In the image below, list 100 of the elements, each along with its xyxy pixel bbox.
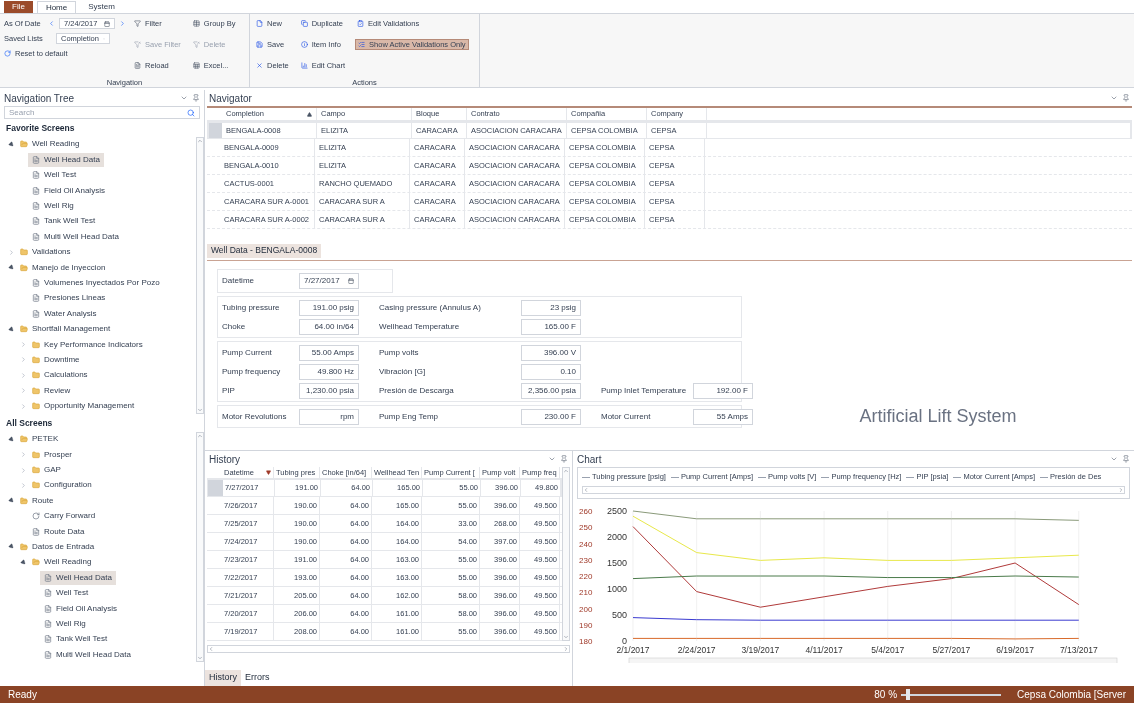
scroll-up-icon[interactable] [563, 468, 569, 474]
scroll-left-icon[interactable] [208, 646, 214, 652]
tree-item[interactable]: Tank Well Test [28, 214, 100, 229]
value-field[interactable]: 192.00 F [693, 382, 753, 399]
value-field[interactable]: 55 Amps [693, 408, 753, 425]
ribbon-tab[interactable]: Home [36, 1, 77, 13]
tree-item[interactable]: PETEK [16, 432, 63, 447]
collapse-icon[interactable] [19, 558, 27, 566]
scroll-right-icon[interactable] [563, 646, 569, 652]
tree-item[interactable]: Well Test [40, 586, 93, 601]
tree-item[interactable]: GAP [28, 463, 65, 477]
horizontal-scrollbar[interactable] [628, 657, 1118, 663]
ribbon-tab[interactable]: System [80, 1, 123, 13]
tree-item[interactable]: Key Performance Indicators [28, 337, 147, 352]
scrollbar[interactable] [562, 467, 570, 641]
expand-icon[interactable] [7, 248, 15, 256]
value-field[interactable]: 396.00 V [521, 344, 581, 361]
value-field[interactable]: rpm [299, 408, 359, 425]
search-icon[interactable] [187, 108, 195, 117]
value-field[interactable]: 1,230.00 psia [299, 382, 359, 399]
row-selector[interactable] [208, 480, 223, 496]
slider-thumb[interactable] [906, 688, 911, 700]
value-field[interactable]: 0.10 [521, 363, 581, 380]
tree-item[interactable]: Prosper [28, 447, 76, 462]
expand-icon[interactable] [19, 402, 27, 410]
tree-item[interactable]: Tank Well Test [40, 632, 112, 647]
collapse-icon[interactable] [7, 325, 15, 333]
expand-icon[interactable] [19, 466, 27, 474]
pin-icon[interactable] [1122, 94, 1130, 102]
value-field[interactable]: 23 psig [521, 299, 581, 316]
tree-item[interactable]: Shortfall Management [16, 322, 115, 337]
scroll-up-icon[interactable] [197, 137, 203, 144]
expand-icon[interactable] [19, 341, 27, 348]
tree-item[interactable]: Configuration [28, 478, 96, 493]
collapse-icon[interactable] [7, 435, 15, 443]
scrollbar[interactable] [196, 431, 204, 663]
tree-item[interactable]: Multi Well Head Data [28, 229, 123, 244]
tree-item[interactable]: Well Reading [16, 137, 84, 152]
tree-item[interactable]: Manejo de Inyeccion [16, 260, 110, 275]
collapse-icon[interactable] [7, 140, 15, 148]
file-tab[interactable]: File [4, 1, 33, 13]
next-date-icon[interactable] [119, 20, 126, 27]
tree-item[interactable]: Well Rig [28, 199, 78, 213]
tree-item[interactable]: Calculations [28, 368, 92, 383]
tree-item[interactable]: Downtime [28, 352, 84, 367]
tree-item[interactable]: Carry Forward [28, 509, 100, 524]
scroll-down-icon[interactable] [197, 406, 203, 413]
tree-item[interactable]: Multi Well Head Data [40, 647, 135, 662]
tree-item[interactable]: Opportunity Management [28, 399, 139, 414]
tree-item[interactable]: Presiones Lineas [28, 291, 110, 306]
value-field[interactable]: 49.800 Hz [299, 363, 359, 380]
tree-item[interactable]: Well Rig [40, 616, 90, 631]
expand-icon[interactable] [19, 371, 27, 379]
horizontal-scrollbar[interactable] [582, 486, 1125, 494]
scroll-down-icon[interactable] [197, 655, 203, 662]
button-icon [300, 62, 308, 69]
tree-item[interactable]: Route Data [28, 524, 89, 539]
tree-item[interactable]: Well Head Data [40, 570, 116, 585]
tree-item[interactable]: Field Oil Analysis [28, 183, 109, 198]
horizontal-scrollbar[interactable] [207, 645, 570, 653]
value-field[interactable]: 55.00 Amps [299, 344, 359, 361]
tree-item[interactable]: Water Analysis [28, 306, 101, 321]
button-icon [300, 41, 308, 48]
tree-item[interactable]: Validations [16, 245, 75, 260]
tree-item[interactable]: Review [28, 383, 75, 398]
calendar-icon[interactable] [347, 278, 354, 284]
value-field[interactable]: 64.00 in/64 [299, 318, 359, 335]
tree-item[interactable]: Route [16, 493, 58, 508]
previous-date-icon[interactable] [48, 20, 55, 27]
scroll-up-icon[interactable] [197, 432, 203, 439]
collapse-icon[interactable] [7, 264, 15, 272]
expand-icon[interactable] [19, 481, 27, 489]
tree-item[interactable]: Well Test [28, 168, 81, 183]
value-field[interactable]: 2,356.00 psia [521, 382, 581, 399]
value-field[interactable]: 191.00 psig [299, 299, 359, 316]
collapse-icon[interactable] [7, 543, 15, 551]
collapse-icon[interactable] [7, 497, 15, 505]
pin-icon[interactable] [192, 94, 200, 102]
value-field[interactable]: 230.00 F [521, 408, 581, 425]
panel-tab[interactable]: History [205, 670, 241, 686]
expand-icon[interactable] [19, 356, 27, 364]
value-field[interactable]: 165.00 F [521, 318, 581, 335]
panel-tab[interactable]: Errors [241, 670, 274, 686]
expand-icon[interactable] [19, 451, 27, 459]
date-field[interactable]: 7/27/2017 [299, 273, 359, 289]
tree-item[interactable]: Volumenes Inyectados Por Pozo [28, 275, 164, 290]
scroll-right-icon[interactable] [1118, 487, 1124, 493]
scroll-down-icon[interactable] [563, 634, 569, 640]
tree-item[interactable]: Well Head Data [28, 152, 104, 167]
scrollbar[interactable] [196, 136, 204, 414]
tree-item[interactable]: Datos de Entrada [16, 539, 99, 554]
tree-item[interactable]: Field Oil Analysis [40, 601, 121, 616]
calendar-icon[interactable] [104, 20, 110, 27]
tree-item[interactable]: Well Reading [28, 555, 96, 570]
expand-icon[interactable] [19, 387, 27, 395]
pin-icon[interactable] [560, 455, 568, 463]
scroll-left-icon[interactable] [583, 487, 589, 493]
row-selector[interactable] [209, 123, 222, 138]
page-icon [32, 294, 40, 303]
pin-icon[interactable] [1122, 455, 1130, 463]
